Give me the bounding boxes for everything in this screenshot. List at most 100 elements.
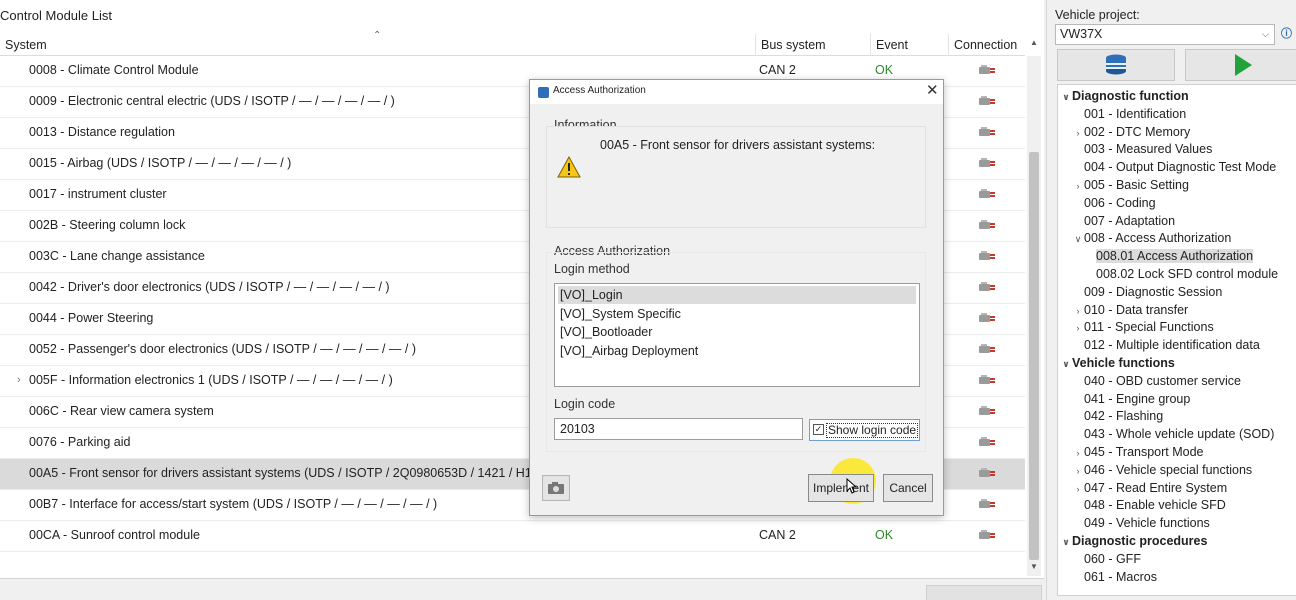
- play-icon: [1235, 54, 1252, 76]
- tree-item[interactable]: 007 - Adaptation: [1072, 212, 1175, 230]
- tree-toggle-icon[interactable]: ›: [1072, 462, 1084, 480]
- tree-item[interactable]: 049 - Vehicle functions: [1072, 514, 1210, 532]
- cancel-button[interactable]: Cancel: [883, 474, 933, 502]
- tree-toggle-icon[interactable]: ›: [1072, 177, 1084, 195]
- tree-item-label: 005 - Basic Setting: [1084, 178, 1189, 192]
- tree-item[interactable]: 012 - Multiple identification data: [1072, 336, 1260, 354]
- tree-item[interactable]: 061 - Macros: [1072, 568, 1157, 586]
- tree-item-label: 007 - Adaptation: [1084, 213, 1176, 228]
- login-method-option[interactable]: [VO]_Airbag Deployment: [558, 342, 916, 360]
- login-method-option[interactable]: [VO]_Login: [558, 286, 916, 304]
- tree-item-label: 008.01 Access Authorization: [1096, 249, 1254, 264]
- system-cell: 0052 - Passenger's door electronics (UDS…: [29, 342, 417, 356]
- tree-item[interactable]: 008.02 Lock SFD control module: [1084, 265, 1278, 283]
- tree-toggle-icon[interactable]: ›: [1072, 319, 1084, 337]
- tree-item-label: 004 - Output Diagnostic Test Mode: [1084, 160, 1277, 175]
- tree-item[interactable]: › 011 - Special Functions: [1072, 318, 1214, 336]
- table-header: System ⌃ Bus system Event Connection: [0, 30, 1025, 56]
- tree-item[interactable]: 006 - Coding: [1072, 194, 1156, 212]
- dialog-titlebar[interactable]: Access Authorization ✕: [530, 80, 943, 104]
- database-button[interactable]: [1057, 49, 1175, 81]
- tree-toggle-icon[interactable]: ∨: [1060, 88, 1072, 106]
- tree-item[interactable]: › 005 - Basic Setting: [1072, 176, 1189, 194]
- close-icon[interactable]: ✕: [926, 81, 939, 99]
- tree-item-label: 041 - Engine group: [1084, 391, 1191, 406]
- show-login-code-checkbox[interactable]: ✓ Show login code: [809, 419, 920, 441]
- login-code-input[interactable]: 20103: [554, 418, 803, 440]
- tree-toggle-icon[interactable]: ∨: [1060, 355, 1072, 373]
- tree-item-label: 043 - Whole vehicle update (SOD): [1084, 427, 1275, 442]
- mouse-cursor-icon: [846, 478, 858, 494]
- tree-toggle-icon[interactable]: ›: [1072, 444, 1084, 462]
- checkbox-checked-icon[interactable]: ✓: [813, 424, 824, 435]
- login-method-option[interactable]: [VO]_System Specific: [558, 305, 916, 323]
- info-icon[interactable]: ⓘ: [1281, 25, 1296, 43]
- tree-item-label: 001 - Identification: [1084, 106, 1187, 121]
- tree-item-label: 047 - Read Entire System: [1084, 480, 1228, 495]
- connection-plug-icon: [979, 437, 995, 446]
- tree-group-item[interactable]: ∨ Diagnostic procedures: [1060, 532, 1207, 550]
- tree-item-label: 011 - Special Functions: [1084, 320, 1214, 335]
- scroll-up-icon[interactable]: ▲: [1030, 38, 1038, 47]
- connection-plug-icon: [979, 344, 995, 353]
- vehicle-project-value: VW37X: [1060, 27, 1103, 41]
- tree-toggle-icon[interactable]: ∨: [1060, 533, 1072, 551]
- tree-item[interactable]: 041 - Engine group: [1072, 390, 1190, 408]
- tree-item[interactable]: › 045 - Transport Mode: [1072, 443, 1204, 461]
- tree-item[interactable]: 009 - Diagnostic Session: [1072, 283, 1222, 301]
- tree-item[interactable]: › 002 - DTC Memory: [1072, 123, 1191, 142]
- database-icon: [1106, 54, 1126, 75]
- tree-group-item[interactable]: ∨ Vehicle functions: [1060, 354, 1174, 373]
- module-list-scrollbar[interactable]: ▲ ▼: [1027, 38, 1041, 576]
- tree-item[interactable]: 060 - GFF: [1072, 550, 1141, 568]
- scrollbar-thumb[interactable]: [1029, 152, 1039, 560]
- tree-item[interactable]: 043 - Whole vehicle update (SOD): [1072, 425, 1274, 443]
- sort-ascending-icon: ⌃: [373, 30, 382, 41]
- connection-plug-icon: [979, 251, 995, 260]
- tree-group-item[interactable]: ∨ Diagnostic function: [1060, 87, 1188, 106]
- tree-item[interactable]: 004 - Output Diagnostic Test Mode: [1072, 158, 1276, 176]
- column-header-connection[interactable]: Connection: [948, 34, 1025, 56]
- tree-item[interactable]: 048 - Enable vehicle SFD: [1072, 496, 1226, 514]
- screenshot-button[interactable]: [542, 475, 570, 501]
- table-row[interactable]: 00CA - Sunroof control module CAN 2 OK: [0, 521, 1025, 552]
- connection-plug-icon: [979, 189, 995, 198]
- tree-toggle-icon[interactable]: ›: [1072, 480, 1084, 498]
- system-cell: 0017 - instrument cluster: [29, 187, 167, 201]
- system-cell: 0009 - Electronic central electric (UDS …: [29, 94, 395, 108]
- implement-button[interactable]: Implement: [808, 474, 874, 502]
- tree-item-label: 006 - Coding: [1084, 195, 1156, 210]
- event-cell: OK: [875, 528, 894, 542]
- tree-item[interactable]: › 047 - Read Entire System: [1072, 479, 1228, 498]
- tree-item[interactable]: 042 - Flashing: [1072, 407, 1163, 425]
- tree-item-label: 046 - Vehicle special functions: [1084, 462, 1253, 477]
- login-method-option[interactable]: [VO]_Bootloader: [558, 323, 916, 341]
- tree-item-label: 008.02 Lock SFD control module: [1096, 267, 1279, 281]
- tree-item[interactable]: 003 - Measured Values: [1072, 140, 1212, 158]
- connection-plug-icon: [979, 530, 995, 539]
- tree-item[interactable]: 008.01 Access Authorization: [1084, 247, 1254, 265]
- tree-item-label: 061 - Macros: [1084, 569, 1157, 584]
- scroll-down-icon[interactable]: ▼: [1030, 562, 1038, 571]
- tree-toggle-icon[interactable]: ›: [1072, 302, 1084, 320]
- tree-toggle-icon[interactable]: ›: [1072, 124, 1084, 142]
- tree-item-label: 012 - Multiple identification data: [1084, 338, 1260, 353]
- tree-item[interactable]: ∨ 008 - Access Authorization: [1072, 229, 1232, 248]
- tree-item-label: 003 - Measured Values: [1084, 142, 1213, 157]
- access-authorization-dialog: Access Authorization ✕ Information 00A5 …: [529, 79, 944, 516]
- tree-item[interactable]: 040 - OBD customer service: [1072, 372, 1241, 390]
- tree-item[interactable]: › 010 - Data transfer: [1072, 301, 1189, 320]
- column-header-event[interactable]: Event: [870, 34, 948, 56]
- system-cell: 0076 - Parking aid: [29, 435, 131, 449]
- tree-toggle-icon[interactable]: ∨: [1072, 230, 1084, 248]
- system-cell: 0008 - Climate Control Module: [29, 63, 199, 77]
- tree-item[interactable]: 001 - Identification: [1072, 105, 1186, 123]
- login-method-list[interactable]: [VO]_Login [VO]_System Specific [VO]_Bootl…: [554, 283, 920, 387]
- diagnostic-tree: ∨ Diagnostic function 001 - Identification…: [1057, 84, 1296, 596]
- vehicle-project-select[interactable]: VW37X ⌵: [1055, 24, 1275, 45]
- column-header-bus-system[interactable]: Bus system: [755, 34, 870, 56]
- tree-item[interactable]: › 046 - Vehicle special functions: [1072, 461, 1253, 480]
- start-button[interactable]: [1185, 49, 1296, 81]
- system-cell: 0015 - Airbag (UDS / ISOTP / — / — / — /…: [29, 156, 292, 170]
- expand-row-icon[interactable]: ›: [17, 366, 21, 394]
